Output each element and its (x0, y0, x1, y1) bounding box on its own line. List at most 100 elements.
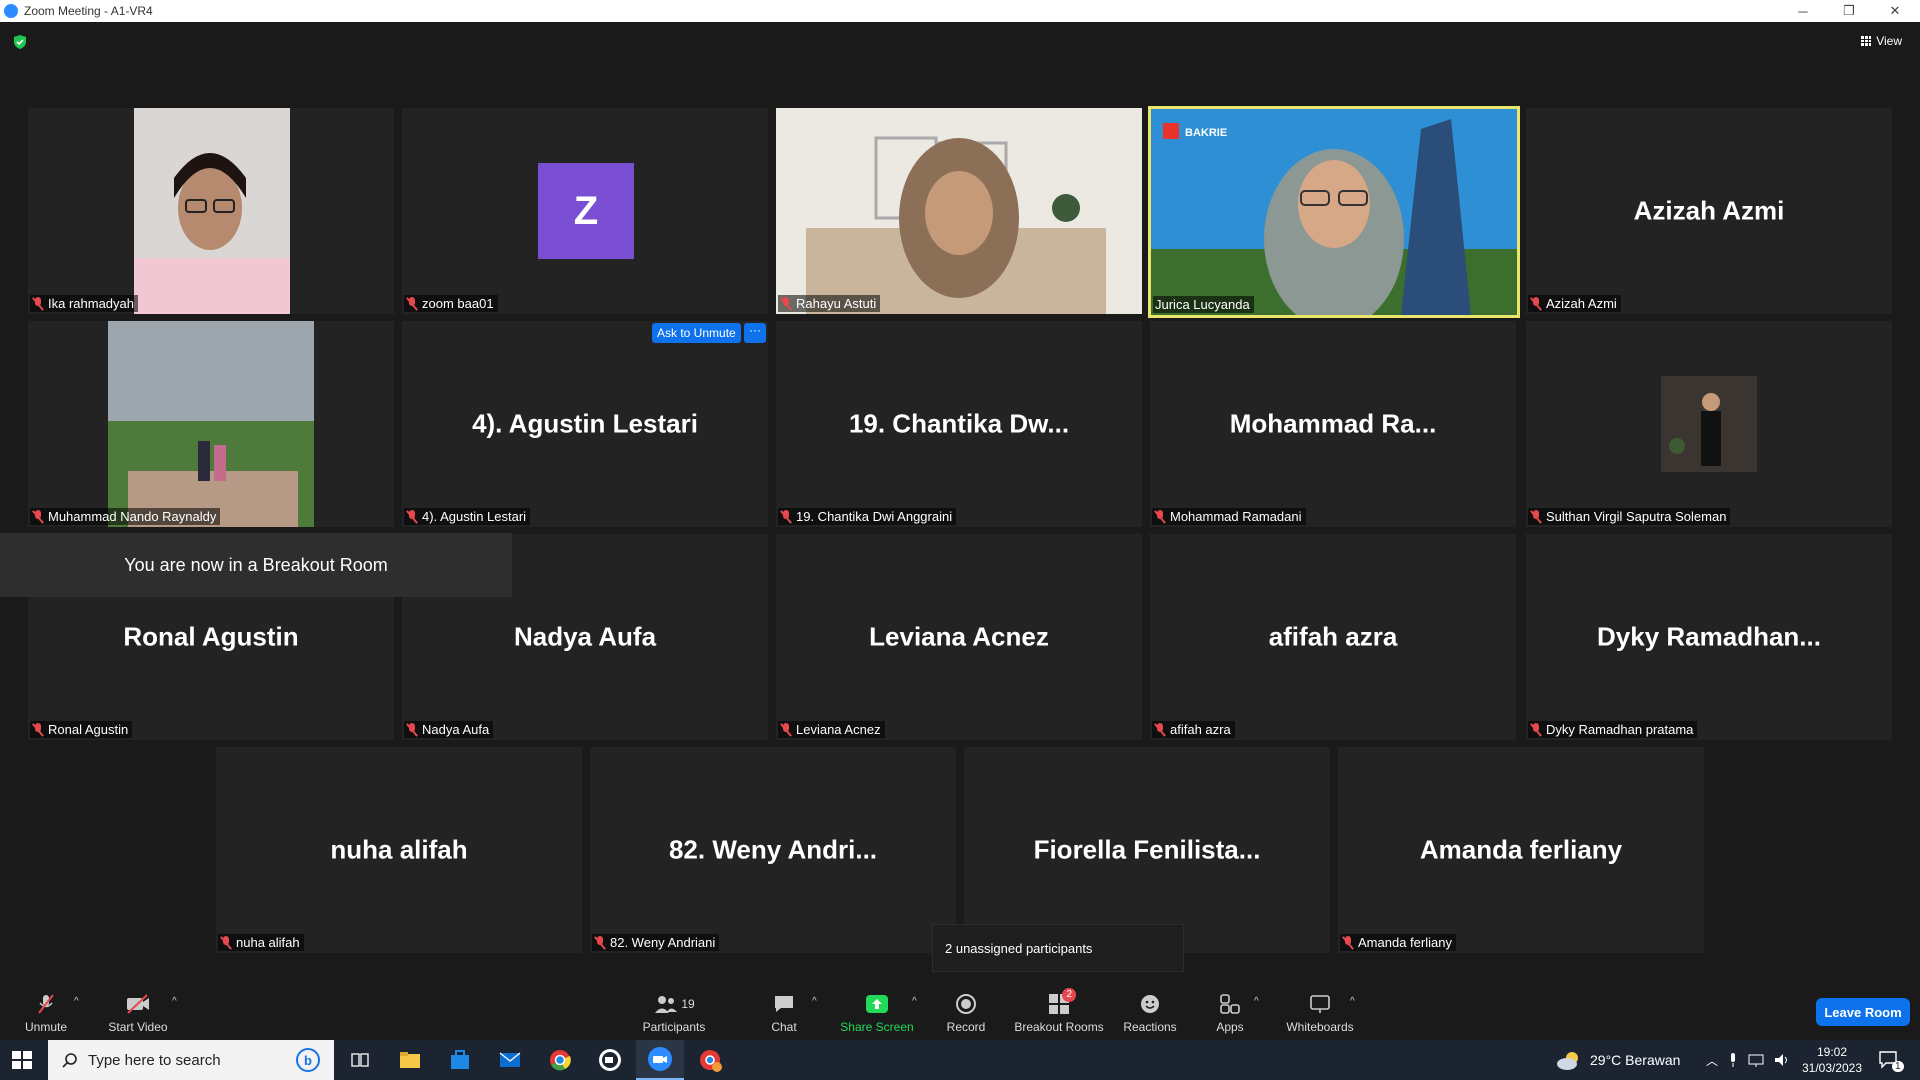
muted-mic-icon (406, 509, 418, 524)
record-button[interactable]: Record (942, 982, 990, 1040)
file-explorer-icon[interactable] (386, 1040, 434, 1080)
participants-icon: 19 (649, 992, 699, 1016)
participant-tile-azizah[interactable]: Azizah Azmi Azizah Azmi (1526, 108, 1892, 314)
participant-name: Rahayu Astuti (778, 295, 881, 312)
participant-tile-ramadani[interactable]: Mohammad Ra... Mohammad Ramadani (1150, 321, 1516, 527)
participant-name: Dyky Ramadhan pratama (1528, 721, 1698, 738)
participants-button[interactable]: 19 Participants (636, 982, 712, 1040)
share-screen-button[interactable]: Share Screen (838, 982, 916, 1040)
muted-mic-icon (1342, 935, 1354, 950)
audio-options-caret[interactable]: ^ (74, 996, 79, 1007)
windows-start-icon[interactable] (8, 1048, 36, 1072)
meeting-toolbar: Unmute ^ Start Video ^ 19 Participants C… (0, 982, 1920, 1040)
participant-name: Sulthan Virgil Saputra Soleman (1528, 508, 1731, 525)
reactions-button[interactable]: Reactions (1120, 982, 1180, 1040)
weather-widget[interactable]: 29°C Berawan (1556, 1040, 1680, 1080)
muted-mic-icon (780, 509, 792, 524)
view-button[interactable]: View (1861, 34, 1902, 48)
participant-tile-leviana[interactable]: Leviana Acnez Leviana Acnez (776, 534, 1142, 740)
ask-to-unmute-button[interactable]: Ask to Unmute (652, 323, 741, 343)
participant-tile-zoom[interactable]: Z zoom baa01 (402, 108, 768, 314)
window-titlebar: Zoom Meeting - A1-VR4 ─ ❐ ✕ (0, 0, 1920, 22)
participant-tile-agustin[interactable]: Ask to Unmute ··· 4). Agustin Lestari 4)… (402, 321, 768, 527)
breakout-rooms-button[interactable]: 2 Breakout Rooms (1012, 982, 1106, 1040)
participant-display-name: Azizah Azmi (1633, 195, 1785, 226)
chrome-profile-icon[interactable] (686, 1040, 734, 1080)
encryption-shield-icon[interactable] (12, 34, 28, 50)
breakout-room-notification: You are now in a Breakout Room (0, 533, 512, 597)
muted-microphone-icon (33, 992, 59, 1016)
muted-mic-icon (220, 935, 232, 950)
zoom-app-icon[interactable] (636, 1040, 684, 1080)
participant-tile-afifah[interactable]: afifah azra afifah azra (1150, 534, 1516, 740)
participant-display-name: Dyky Ramadhan... (1597, 621, 1821, 652)
muted-mic-icon (1530, 722, 1542, 737)
smiley-icon (1137, 992, 1163, 1016)
window-title: Zoom Meeting - A1-VR4 (24, 4, 153, 18)
grid-icon (1861, 36, 1872, 46)
muted-mic-icon (406, 296, 418, 311)
unmute-button[interactable]: Unmute (14, 982, 78, 1040)
muted-mic-icon (780, 296, 792, 311)
video-options-caret[interactable]: ^ (172, 996, 177, 1007)
participant-tile-weny[interactable]: 82. Weny Andri... 82. Weny Andriani (590, 747, 956, 953)
task-view-icon[interactable] (336, 1040, 384, 1080)
meeting-area: View Ika rahmadyah Z zoom baa01 Rahayu A… (0, 22, 1920, 982)
chrome-icon[interactable] (536, 1040, 584, 1080)
muted-mic-icon (594, 935, 606, 950)
taskbar-search-input[interactable]: Type here to search b (48, 1040, 334, 1080)
share-screen-icon (864, 992, 890, 1016)
participant-display-name: Ronal Agustin (123, 621, 299, 652)
participant-video: BAKRIE (1151, 109, 1517, 315)
record-icon (953, 992, 979, 1016)
unassigned-participants-popup[interactable]: 2 unassigned participants (932, 924, 1184, 972)
participant-tile-amanda[interactable]: Amanda ferliany Amanda ferliany (1338, 747, 1704, 953)
share-options-caret[interactable]: ^ (912, 996, 917, 1007)
zoom-meetings-app-icon[interactable] (586, 1040, 634, 1080)
chat-options-caret[interactable]: ^ (812, 996, 817, 1007)
volume-icon[interactable] (1774, 1053, 1790, 1067)
participant-name: nuha alifah (218, 934, 304, 951)
participant-tile-sulthan[interactable]: Sulthan Virgil Saputra Soleman (1526, 321, 1892, 527)
whiteboard-options-caret[interactable]: ^ (1350, 996, 1355, 1007)
mail-icon[interactable] (486, 1040, 534, 1080)
participant-tile-nando[interactable]: Muhammad Nando Raynaldy (28, 321, 394, 527)
zoom-app-icon (4, 4, 18, 18)
participant-display-name: Leviana Acnez (869, 621, 1049, 652)
video-off-icon (125, 992, 151, 1016)
notification-count: 1 (1892, 1060, 1904, 1072)
notification-center-icon[interactable]: 1 (1878, 1040, 1912, 1080)
background-logo-text: BAKRIE (1185, 127, 1227, 139)
participant-tile-fiorella[interactable]: Fiorella Fenilista... (964, 747, 1330, 953)
more-options-button[interactable]: ··· (744, 323, 766, 343)
participant-display-name: afifah azra (1268, 621, 1398, 652)
restore-button[interactable]: ❐ (1826, 0, 1872, 22)
participant-tile-dyky[interactable]: Dyky Ramadhan... Dyky Ramadhan pratama (1526, 534, 1892, 740)
participant-name: Leviana Acnez (778, 721, 885, 738)
microphone-icon[interactable] (1728, 1052, 1738, 1068)
start-video-button[interactable]: Start Video (104, 982, 172, 1040)
network-icon[interactable] (1748, 1053, 1764, 1067)
close-button[interactable]: ✕ (1872, 0, 1918, 22)
chevron-up-icon[interactable]: ︿ (1706, 1052, 1718, 1069)
participant-display-name: Fiorella Fenilista... (1033, 834, 1261, 865)
chat-bubble-icon (771, 992, 797, 1016)
minimize-button[interactable]: ─ (1780, 0, 1826, 22)
taskbar-clock[interactable]: 19:02 31/03/2023 (1800, 1044, 1864, 1076)
participant-tile-nuha[interactable]: nuha alifah nuha alifah (216, 747, 582, 953)
apps-button[interactable]: Apps (1210, 982, 1250, 1040)
avatar: Z (538, 163, 634, 259)
participant-tile-rahayu[interactable]: Rahayu Astuti (776, 108, 1142, 314)
microsoft-store-icon[interactable] (436, 1040, 484, 1080)
bing-icon[interactable]: b (296, 1048, 320, 1072)
participant-name: zoom baa01 (404, 295, 498, 312)
participant-tile-ika[interactable]: Ika rahmadyah (28, 108, 394, 314)
participant-video (134, 108, 290, 314)
muted-mic-icon (1154, 722, 1166, 737)
chat-button[interactable]: Chat (764, 982, 804, 1040)
participant-tile-chantika[interactable]: 19. Chantika Dw... 19. Chantika Dwi Angg… (776, 321, 1142, 527)
whiteboards-button[interactable]: Whiteboards (1280, 982, 1360, 1040)
apps-options-caret[interactable]: ^ (1254, 996, 1259, 1007)
leave-room-button[interactable]: Leave Room (1816, 998, 1910, 1026)
participant-tile-jurica[interactable]: BAKRIE Jurica Lucyanda (1148, 106, 1520, 318)
